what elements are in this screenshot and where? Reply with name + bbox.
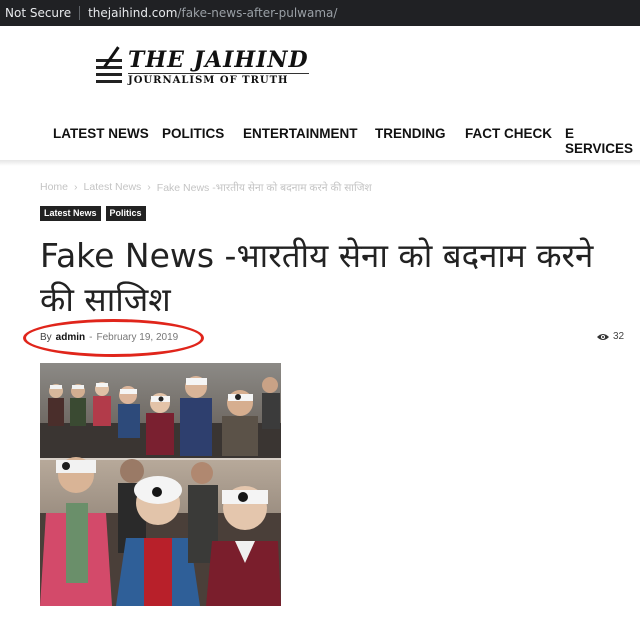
url-path[interactable]: /fake-news-after-pulwama/ xyxy=(177,6,337,20)
breadcrumb-latest-news[interactable]: Latest News xyxy=(84,181,142,195)
nav-politics[interactable]: POLITICS xyxy=(162,126,224,141)
address-divider xyxy=(79,6,81,20)
category-badges: Latest News Politics xyxy=(40,206,146,221)
browser-address-bar[interactable]: Not Secure thejaihind.com/fake-news-afte… xyxy=(0,0,640,26)
article-title: Fake News -भारतीय सेना को बदनाम करने की … xyxy=(40,234,630,322)
eye-icon xyxy=(597,333,609,340)
breadcrumb: Home › Latest News › Fake News -भारतीय स… xyxy=(40,181,372,195)
breadcrumb-separator: › xyxy=(147,181,151,193)
site-name: THE JAIHIND xyxy=(128,46,309,73)
nav-entertainment[interactable]: ENTERTAINMENT xyxy=(243,126,358,141)
breadcrumb-separator: › xyxy=(74,181,78,193)
nav-e-services[interactable]: E SERVICES xyxy=(565,126,640,156)
nav-latest-news[interactable]: LATEST NEWS xyxy=(53,126,149,141)
site-tagline: JOURNALISM OF TRUTH xyxy=(128,72,309,86)
category-latest-news[interactable]: Latest News xyxy=(40,206,101,221)
main-navigation: LATEST NEWS POLITICS ENTERTAINMENT TREND… xyxy=(0,126,640,156)
view-count: 32 xyxy=(597,331,624,342)
view-count-value: 32 xyxy=(613,331,625,342)
red-annotation-circle xyxy=(23,319,204,357)
article-image[interactable] xyxy=(40,363,281,606)
photo-of-children-with-bandaged-eyes xyxy=(40,363,281,606)
security-indicator[interactable]: Not Secure xyxy=(0,6,71,20)
category-politics[interactable]: Politics xyxy=(105,206,146,221)
breadcrumb-home[interactable]: Home xyxy=(40,181,68,195)
site-logo[interactable]: THE JAIHIND JOURNALISM OF TRUTH xyxy=(96,44,309,90)
url-host[interactable]: thejaihind.com xyxy=(88,6,177,20)
article-title-line2: की साजिश xyxy=(40,280,171,319)
breadcrumb-current: Fake News -भारतीय सेना को बदनाम करने की … xyxy=(156,182,372,194)
nav-fact-check[interactable]: FACT CHECK xyxy=(465,126,552,141)
nav-trending[interactable]: TRENDING xyxy=(375,126,446,141)
newspaper-pen-icon xyxy=(96,46,122,87)
article-title-line1: Fake News -भारतीय सेना को बदनाम करने xyxy=(40,236,594,275)
header-divider xyxy=(0,160,640,166)
